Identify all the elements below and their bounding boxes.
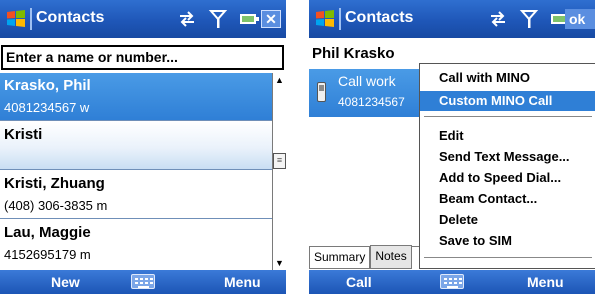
- menu-item-call-with-mino[interactable]: Call with MINO: [420, 68, 595, 88]
- windows-start-icon[interactable]: [5, 9, 27, 29]
- contact-detail-screen: Contacts ok Phil Krasko Call work 408123…: [309, 0, 595, 294]
- signal-strength-icon[interactable]: [518, 9, 540, 29]
- detail-value: 4081234567: [338, 95, 405, 109]
- page-title: Contacts: [36, 9, 105, 26]
- title-separator: [339, 8, 341, 30]
- menu-item-custom-mino-call[interactable]: Custom MINO Call: [420, 91, 595, 111]
- menu-item-add-to-speed-dial[interactable]: Add to Speed Dial...: [420, 168, 595, 188]
- windows-start-icon[interactable]: [314, 9, 336, 29]
- contact-number: 4152695179 m: [4, 247, 91, 262]
- tab-summary[interactable]: Summary: [309, 247, 371, 269]
- contact-name: Lau, Maggie: [4, 224, 91, 241]
- contact-name: Krasko, Phil: [4, 77, 91, 94]
- battery-icon[interactable]: [238, 9, 260, 29]
- new-softkey[interactable]: New: [51, 274, 80, 290]
- call-work-row[interactable]: Call work 4081234567: [309, 69, 421, 117]
- keyboard-icon[interactable]: [131, 274, 155, 289]
- contacts-list-screen: Contacts ✕ Enter a name or number... Kra…: [0, 0, 286, 294]
- contact-list: Krasko, Phil 4081234567 w Kristi Kristi,…: [0, 73, 272, 270]
- signal-strength-icon[interactable]: [207, 9, 229, 29]
- tab-notes[interactable]: Notes: [370, 245, 412, 269]
- keyboard-icon[interactable]: [440, 274, 464, 289]
- call-softkey[interactable]: Call: [346, 274, 372, 290]
- softkey-bar: Call Menu: [309, 270, 595, 294]
- close-button[interactable]: ✕: [261, 10, 281, 28]
- contact-number: (408) 306-3835 m: [4, 198, 108, 213]
- detail-label: Call work: [338, 73, 396, 89]
- contact-number: 4081234567 w: [4, 100, 90, 115]
- contact-header-name: Phil Krasko: [312, 45, 395, 62]
- phone-icon: [317, 82, 326, 102]
- softkey-bar: New Menu: [0, 270, 286, 294]
- tab-strip: Summary Notes: [309, 245, 412, 269]
- scroll-down-arrow-icon[interactable]: ▼: [273, 256, 286, 270]
- menu-item-save-to-sim[interactable]: Save to SIM: [420, 231, 595, 251]
- status-icons: [176, 8, 260, 30]
- page-title: Contacts: [345, 9, 414, 26]
- list-item[interactable]: Krasko, Phil 4081234567 w: [0, 73, 272, 121]
- ok-button[interactable]: ok: [565, 9, 595, 29]
- menu-separator: [424, 257, 592, 258]
- title-bar: Contacts ✕: [0, 0, 286, 38]
- menu-item-edit[interactable]: Edit: [420, 126, 595, 146]
- list-item[interactable]: Kristi: [0, 122, 272, 170]
- scroll-up-arrow-icon[interactable]: ▲: [273, 73, 286, 87]
- context-menu: Call with MINO Custom MINO Call Edit Sen…: [419, 63, 595, 269]
- menu-item-delete[interactable]: Delete: [420, 210, 595, 230]
- menu-softkey[interactable]: Menu: [224, 274, 261, 290]
- contact-name: Kristi: [4, 126, 43, 143]
- menu-item-beam-contact[interactable]: Beam Contact...: [420, 189, 595, 209]
- menu-item-send-text-message[interactable]: Send Text Message...: [420, 147, 595, 167]
- list-item[interactable]: Lau, Maggie 4152695179 m: [0, 220, 272, 268]
- scrollbar[interactable]: ▲ ≡ ▼: [272, 73, 286, 270]
- title-separator: [30, 8, 32, 30]
- title-bar: Contacts ok: [309, 0, 595, 38]
- menu-softkey[interactable]: Menu: [527, 274, 564, 290]
- list-item[interactable]: Kristi, Zhuang (408) 306-3835 m: [0, 171, 272, 219]
- connectivity-icon[interactable]: [487, 9, 509, 29]
- menu-separator: [424, 116, 592, 117]
- connectivity-icon[interactable]: [176, 9, 198, 29]
- contact-name: Kristi, Zhuang: [4, 175, 105, 192]
- status-icons: [487, 8, 571, 30]
- scroll-thumb[interactable]: ≡: [273, 153, 286, 169]
- search-input[interactable]: Enter a name or number...: [1, 45, 284, 70]
